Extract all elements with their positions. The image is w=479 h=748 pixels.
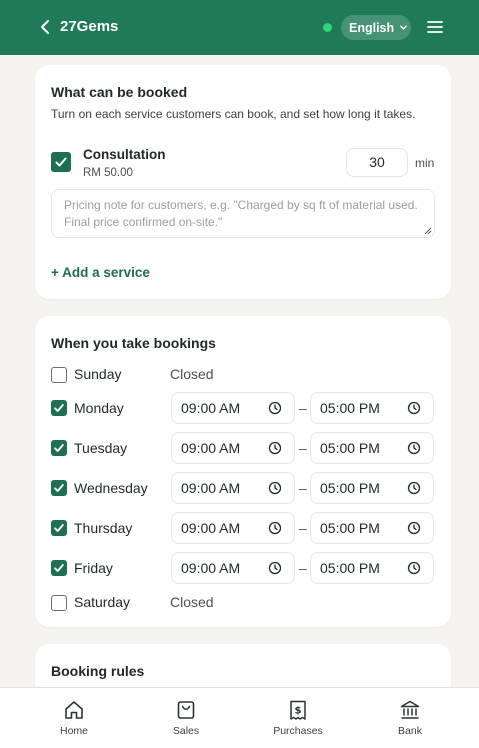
clock-icon <box>407 401 421 415</box>
time-separator: – <box>299 480 307 496</box>
day-checkbox-wednesday[interactable] <box>51 480 67 496</box>
end-time-wednesday[interactable]: 05:00 PM <box>310 472 434 504</box>
time-separator: – <box>299 560 307 576</box>
duration-unit: min <box>415 156 435 170</box>
service-price: RM 50.00 <box>83 167 133 179</box>
nav-label-sales: Sales <box>172 725 200 737</box>
shopping-bag-icon <box>177 701 195 719</box>
nav-item-bank[interactable]: Bank <box>360 688 460 748</box>
clock-icon <box>268 401 282 415</box>
end-time-friday[interactable]: 05:00 PM <box>310 552 434 584</box>
day-label-saturday: Saturday <box>74 594 131 610</box>
end-time-monday[interactable]: 05:00 PM <box>310 392 434 424</box>
start-time-value: 09:00 AM <box>181 440 241 456</box>
receipt-icon: $ <box>290 700 306 720</box>
booking-rules-title: Booking rules <box>51 663 145 679</box>
resize-grip-icon[interactable] <box>424 227 432 235</box>
checkmark-icon <box>54 484 64 492</box>
services-card-subtitle: Turn on each service customers can book,… <box>51 107 416 121</box>
nav-item-home[interactable]: Home <box>24 688 124 748</box>
closed-label-sunday: Closed <box>170 366 214 382</box>
clock-icon <box>407 481 421 495</box>
checkmark-icon <box>55 157 67 167</box>
nav-item-sales[interactable]: Sales <box>136 688 236 748</box>
app-header: 27Gems English <box>0 0 479 55</box>
start-time-friday[interactable]: 09:00 AM <box>171 552 295 584</box>
checkmark-icon <box>54 444 64 452</box>
app-title: 27Gems <box>60 18 119 35</box>
end-time-value: 05:00 PM <box>320 480 380 496</box>
clock-icon <box>268 561 282 575</box>
language-label: English <box>349 20 395 35</box>
clock-icon <box>407 561 421 575</box>
start-time-tuesday[interactable]: 09:00 AM <box>171 432 295 464</box>
day-label-tuesday: Tuesday <box>74 440 128 456</box>
add-service-button[interactable]: + Add a service <box>51 265 150 280</box>
clock-icon <box>407 441 421 455</box>
nav-label-home: Home <box>59 725 88 737</box>
svg-text:$: $ <box>295 706 302 717</box>
end-time-tuesday[interactable]: 05:00 PM <box>310 432 434 464</box>
clock-icon <box>407 521 421 535</box>
clock-icon <box>268 481 282 495</box>
end-time-value: 05:00 PM <box>320 560 380 576</box>
day-checkbox-friday[interactable] <box>51 560 67 576</box>
day-label-thursday: Thursday <box>74 520 133 536</box>
start-time-value: 09:00 AM <box>181 520 241 536</box>
time-separator: – <box>299 520 307 536</box>
checkmark-icon <box>54 524 64 532</box>
checkmark-icon <box>54 404 64 412</box>
nav-item-purchases[interactable]: $ Purchases <box>248 688 348 748</box>
service-name: Consultation <box>83 147 166 162</box>
day-checkbox-sunday[interactable] <box>51 367 67 383</box>
services-card-title: What can be booked <box>51 84 188 100</box>
duration-input[interactable]: 30 <box>346 148 408 177</box>
end-time-value: 05:00 PM <box>320 520 380 536</box>
bottom-navigation: Home Sales $ Purchases Bank <box>0 687 479 748</box>
day-label-friday: Friday <box>74 560 113 576</box>
start-time-value: 09:00 AM <box>181 480 241 496</box>
service-enabled-checkbox[interactable] <box>51 152 71 172</box>
time-separator: – <box>299 440 307 456</box>
start-time-thursday[interactable]: 09:00 AM <box>171 512 295 544</box>
day-checkbox-thursday[interactable] <box>51 520 67 536</box>
bank-icon <box>400 700 420 719</box>
back-arrow-icon[interactable] <box>38 18 52 36</box>
pricing-note-input[interactable] <box>51 189 435 238</box>
end-time-value: 05:00 PM <box>320 400 380 416</box>
clock-icon <box>268 441 282 455</box>
closed-label-saturday: Closed <box>170 594 214 610</box>
start-time-wednesday[interactable]: 09:00 AM <box>171 472 295 504</box>
booking-hours-title: When you take bookings <box>51 335 216 351</box>
nav-label-bank: Bank <box>398 725 422 737</box>
chevron-down-icon <box>400 25 408 30</box>
home-icon <box>65 701 83 719</box>
start-time-monday[interactable]: 09:00 AM <box>171 392 295 424</box>
nav-label-purchases: Purchases <box>273 725 323 737</box>
start-time-value: 09:00 AM <box>181 560 241 576</box>
end-time-value: 05:00 PM <box>320 440 380 456</box>
time-separator: – <box>299 400 307 416</box>
day-checkbox-monday[interactable] <box>51 400 67 416</box>
clock-icon <box>268 521 282 535</box>
day-label-sunday: Sunday <box>74 366 122 382</box>
language-selector[interactable]: English <box>341 15 411 40</box>
day-checkbox-tuesday[interactable] <box>51 440 67 456</box>
day-label-monday: Monday <box>74 400 124 416</box>
booking-hours-card: When you take bookings Sunday Closed Mon… <box>35 316 451 627</box>
day-checkbox-saturday[interactable] <box>51 595 67 611</box>
hamburger-menu-icon[interactable] <box>427 19 443 35</box>
online-status-dot <box>323 23 332 32</box>
day-label-wednesday: Wednesday <box>74 480 148 496</box>
start-time-value: 09:00 AM <box>181 400 241 416</box>
services-card: What can be booked Turn on each service … <box>35 65 451 299</box>
end-time-thursday[interactable]: 05:00 PM <box>310 512 434 544</box>
checkmark-icon <box>54 564 64 572</box>
